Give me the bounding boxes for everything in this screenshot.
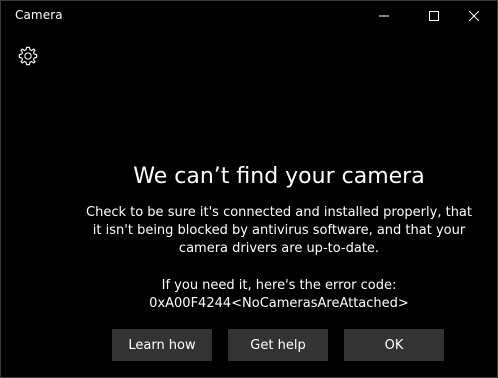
error-message-line: camera drivers are up-to-date. — [178, 241, 380, 256]
error-message-line: Check to be sure it's connected and inst… — [86, 205, 472, 220]
error-message: Check to be sure it's connected and inst… — [61, 204, 497, 258]
title-bar[interactable]: Camera — [1, 1, 497, 31]
error-heading: We can’t find your camera — [133, 164, 425, 189]
error-code-block: If you need it, here's the error code: 0… — [61, 277, 497, 313]
settings-button[interactable] — [17, 45, 39, 67]
ok-button[interactable]: OK — [344, 329, 444, 361]
error-message-line: it isn't being blocked by antivirus soft… — [92, 223, 466, 238]
get-help-button[interactable]: Get help — [228, 329, 328, 361]
error-code: 0xA00F4244<NoCamerasAreAttached> — [149, 296, 409, 311]
maximize-icon — [429, 11, 439, 21]
minimize-button[interactable] — [361, 1, 407, 31]
gear-icon — [17, 45, 39, 67]
minimize-icon — [379, 11, 389, 21]
error-code-intro: If you need it, here's the error code: — [161, 278, 397, 293]
camera-app-window: Camera We can’t find your camera Check t… — [0, 0, 498, 378]
close-button[interactable] — [451, 1, 497, 31]
close-icon — [469, 11, 479, 21]
learn-how-button[interactable]: Learn how — [112, 329, 212, 361]
app-title: Camera — [15, 8, 63, 22]
